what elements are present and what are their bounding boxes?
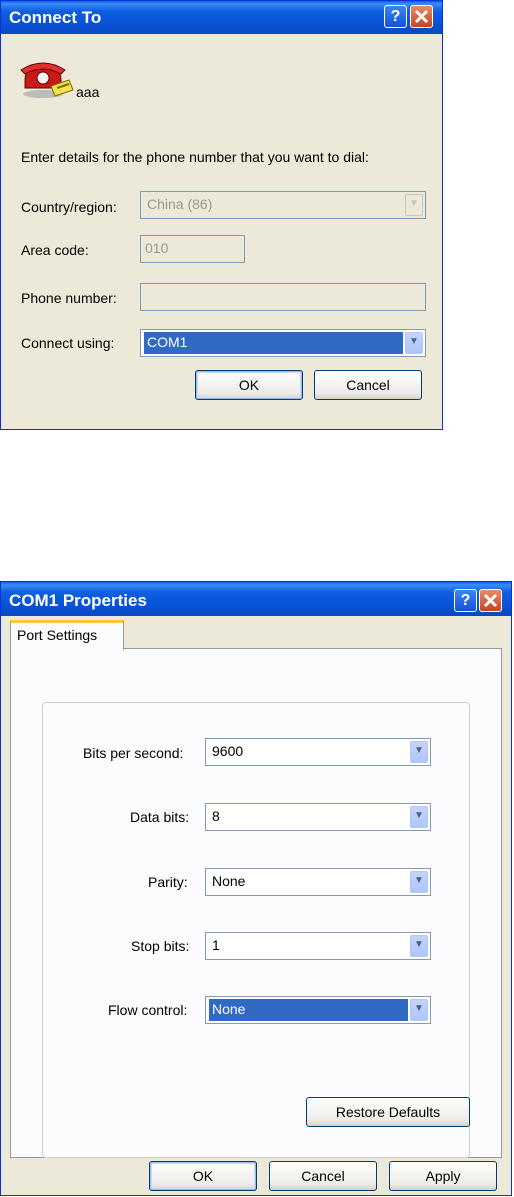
dropdown-arrow-icon[interactable]: ▼ [410,999,428,1021]
country-value: China (86) [147,196,213,212]
connect-using-value: COM1 [144,332,403,354]
title-bar[interactable]: COM1 Properties ? [1,582,511,616]
flow-control-label: Flow control: [108,1002,188,1018]
connect-using-label: Connect using: [21,335,115,351]
port-settings-group [42,702,470,1158]
com1-properties-dialog: COM1 Properties ? Port Settings Bits per… [0,581,512,1196]
parity-value: None [212,873,246,889]
dropdown-arrow-icon[interactable]: ▼ [410,935,428,957]
dialog-title: Connect To [9,8,102,27]
dropdown-arrow-icon[interactable]: ▼ [410,806,428,828]
tab-port-settings[interactable]: Port Settings [10,620,124,650]
ok-button[interactable]: OK [149,1161,257,1191]
area-code-input[interactable]: 010 [140,235,245,263]
flow-control-value: None [209,999,408,1021]
data-bits-value: 8 [212,808,220,824]
country-label: Country/region: [21,199,117,215]
title-bar[interactable]: Connect To ? [1,1,442,34]
apply-button[interactable]: Apply [389,1161,497,1191]
parity-label: Parity: [148,874,188,890]
ok-button[interactable]: OK [195,370,303,400]
phone-number-label: Phone number: [21,290,117,306]
instruction-text: Enter details for the phone number that … [21,149,369,165]
cancel-button[interactable]: Cancel [314,370,422,400]
close-icon[interactable] [410,5,433,28]
stop-bits-value: 1 [212,937,220,953]
close-icon[interactable] [479,589,502,612]
bits-per-second-label: Bits per second: [83,745,184,761]
data-bits-select[interactable]: 8 ▼ [205,803,431,831]
help-icon[interactable]: ? [384,5,407,28]
dropdown-arrow-icon[interactable]: ▼ [410,871,428,893]
parity-select[interactable]: None ▼ [205,868,431,896]
dialog-title: COM1 Properties [9,591,147,610]
bits-per-second-value: 9600 [212,743,244,759]
country-select[interactable]: China (86) ▼ [140,191,426,219]
dropdown-arrow-icon[interactable]: ▼ [410,741,428,763]
connect-to-dialog: Connect To ? aaa Enter details for the p… [0,0,443,430]
data-bits-label: Data bits: [130,809,190,825]
dropdown-arrow-icon[interactable]: ▼ [405,332,423,354]
restore-defaults-button[interactable]: Restore Defaults [306,1097,470,1127]
phone-icon [19,56,74,101]
help-icon[interactable]: ? [454,589,477,612]
stop-bits-select[interactable]: 1 ▼ [205,932,431,960]
phone-number-input[interactable] [140,283,426,311]
dropdown-arrow-icon[interactable]: ▼ [405,194,423,216]
flow-control-select[interactable]: None ▼ [205,996,431,1024]
bits-per-second-select[interactable]: 9600 ▼ [205,738,431,766]
area-code-label: Area code: [21,242,89,258]
connection-name: aaa [76,84,100,100]
connect-using-select[interactable]: COM1 ▼ [140,329,426,357]
stop-bits-label: Stop bits: [131,938,190,954]
cancel-button[interactable]: Cancel [269,1161,377,1191]
